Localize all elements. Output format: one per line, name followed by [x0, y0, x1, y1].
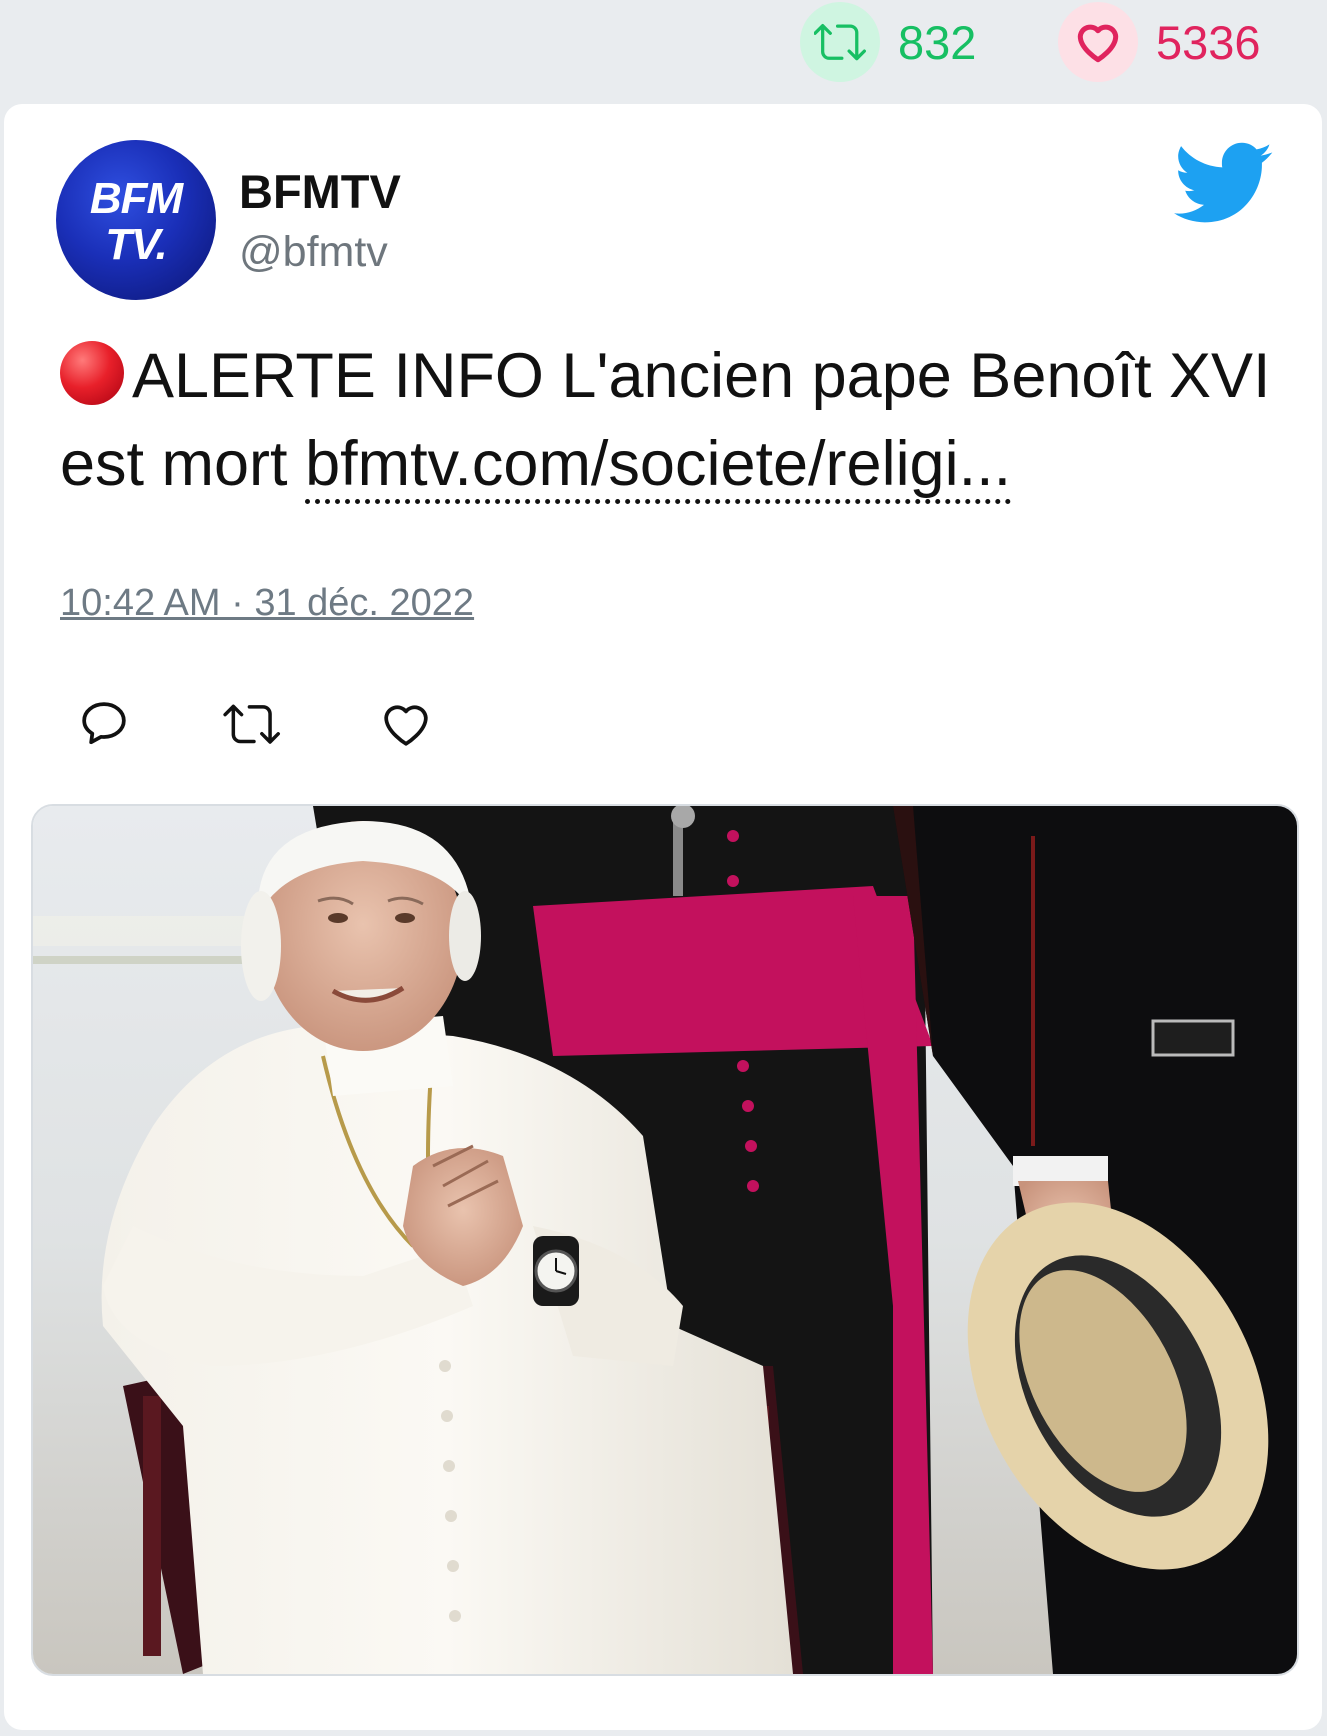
retweet-icon [800, 2, 880, 82]
red-circle-icon [60, 341, 124, 405]
tweet-photo[interactable] [31, 804, 1299, 1676]
tweet-timestamp[interactable]: 10:42 AM · 31 déc. 2022 [60, 582, 474, 625]
like-count-stat: 5336 [1058, 0, 1261, 84]
tweet-stats-bar: 832 5336 [0, 0, 1327, 90]
tweet-card: BFM TV. BFMTV @bfmtv ALERTE INFO L'ancie… [4, 104, 1322, 1730]
reply-icon [82, 702, 126, 745]
retweet-count: 832 [898, 15, 977, 69]
retweet-button[interactable] [222, 696, 280, 752]
photo-pope-benedict-wheelchair [33, 806, 1297, 1674]
user-handle[interactable]: @bfmtv [239, 228, 388, 277]
heart-icon [1058, 2, 1138, 82]
display-name[interactable]: BFMTV [239, 164, 401, 219]
tweet-link[interactable]: bfmtv.com/societe/religi... [305, 429, 1012, 504]
retweet-icon [223, 704, 280, 744]
reply-button[interactable] [76, 696, 132, 752]
retweet-count-stat: 832 [800, 0, 976, 84]
avatar[interactable]: BFM TV. [56, 140, 216, 300]
like-button[interactable] [378, 696, 434, 752]
avatar-logo-line-2: TV. [105, 220, 167, 269]
like-count: 5336 [1156, 15, 1261, 69]
avatar-logo-line-1: BFM [89, 174, 183, 223]
heart-icon [384, 705, 428, 746]
twitter-bird-icon[interactable] [1174, 142, 1274, 226]
tweet-text: ALERTE INFO L'ancien pape Benoît XVI est… [60, 332, 1290, 508]
